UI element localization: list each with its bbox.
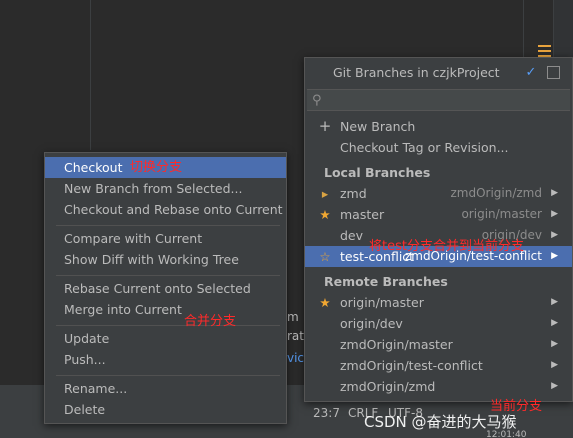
tracking-branch: zmdOrigin/zmd bbox=[450, 186, 542, 200]
annotation-switch-branch: 切换分支 bbox=[130, 160, 183, 175]
chevron-right-icon: ▶ bbox=[551, 209, 558, 219]
menu-separator bbox=[56, 225, 280, 226]
menu-separator bbox=[56, 325, 280, 326]
chevron-right-icon: ▶ bbox=[551, 297, 558, 307]
tracking-branch: origin/master bbox=[461, 207, 542, 221]
chevron-right-icon: ▶ bbox=[551, 381, 558, 391]
new-branch-label: New Branch bbox=[340, 119, 416, 134]
menu-separator bbox=[56, 375, 280, 376]
pin-icon[interactable]: ✓ bbox=[523, 65, 539, 81]
plus-icon: + bbox=[318, 117, 332, 135]
editor-divider bbox=[90, 0, 91, 150]
remote-branch-item[interactable]: ★ origin/master ▶ bbox=[305, 292, 572, 313]
local-branches-header: Local Branches bbox=[324, 165, 431, 180]
branch-name: zmdOrigin/test-conflict bbox=[340, 358, 483, 373]
merge-into-current-menu-item[interactable]: Merge into Current bbox=[45, 299, 286, 320]
git-branches-popup: Git Branches in czjkProject ✓ ⚲ + New Br… bbox=[304, 57, 573, 402]
remote-branch-item[interactable]: zmdOrigin/master ▶ bbox=[305, 334, 572, 355]
remote-branches-header: Remote Branches bbox=[324, 274, 448, 289]
chevron-right-icon: ▶ bbox=[551, 188, 558, 198]
branch-context-menu: Checkout New Branch from Selected... Che… bbox=[44, 152, 287, 424]
branch-name: origin/master bbox=[340, 295, 424, 310]
branch-name: zmdOrigin/zmd bbox=[340, 379, 436, 394]
checkout-tag-action[interactable]: Checkout Tag or Revision... bbox=[305, 137, 572, 158]
branch-name: zmd bbox=[340, 186, 367, 201]
background-text: m bbox=[287, 310, 299, 324]
annotation-merge-into-current: 将test分支合并到当前分支 bbox=[369, 239, 524, 254]
branch-item-master[interactable]: ★ master origin/master ▶ bbox=[305, 204, 572, 225]
chevron-right-icon: ▶ bbox=[551, 230, 558, 240]
branch-item-zmd[interactable]: ▸ zmd zmdOrigin/zmd ▶ bbox=[305, 183, 572, 204]
checkout-tag-label: Checkout Tag or Revision... bbox=[340, 140, 509, 155]
show-diff-menu-item[interactable]: Show Diff with Working Tree bbox=[45, 249, 286, 270]
star-outline-icon: ☆ bbox=[319, 249, 331, 264]
annotation-merge-branch: 合并分支 bbox=[184, 314, 237, 329]
branch-search-input[interactable]: ⚲ bbox=[307, 89, 570, 111]
rebase-current-menu-item[interactable]: Rebase Current onto Selected bbox=[45, 278, 286, 299]
chevron-right-icon: ▶ bbox=[551, 360, 558, 370]
cursor-position[interactable]: 23:7 bbox=[313, 406, 340, 420]
remote-branch-item[interactable]: zmdOrigin/zmd ▶ bbox=[305, 376, 572, 397]
new-branch-from-selected-menu-item[interactable]: New Branch from Selected... bbox=[45, 178, 286, 199]
new-branch-action[interactable]: + New Branch bbox=[305, 116, 572, 137]
branch-name: dev bbox=[340, 228, 364, 243]
expand-icon[interactable] bbox=[547, 66, 560, 79]
compare-with-current-menu-item[interactable]: Compare with Current bbox=[45, 228, 286, 249]
update-menu-item[interactable]: Update bbox=[45, 328, 286, 349]
search-icon: ⚲ bbox=[312, 93, 322, 108]
star-filled-icon: ★ bbox=[319, 207, 331, 222]
popup-title: Git Branches in czjkProject bbox=[333, 65, 500, 80]
branch-name: master bbox=[340, 207, 385, 222]
rename-menu-item[interactable]: Rename... bbox=[45, 378, 286, 399]
delete-menu-item[interactable]: Delete bbox=[45, 399, 286, 420]
remote-branch-item[interactable]: origin/dev ▶ bbox=[305, 313, 572, 334]
chevron-right-icon: ▶ bbox=[551, 318, 558, 328]
branch-name: origin/dev bbox=[340, 316, 403, 331]
checkout-and-rebase-menu-item[interactable]: Checkout and Rebase onto Current bbox=[45, 199, 286, 220]
menu-separator bbox=[56, 275, 280, 276]
branch-name: zmdOrigin/master bbox=[340, 337, 453, 352]
star-filled-icon: ★ bbox=[319, 295, 331, 310]
push-menu-item[interactable]: Push... bbox=[45, 349, 286, 370]
chevron-right-icon: ▶ bbox=[551, 339, 558, 349]
watermark: CSDN @奋进的大马猴 bbox=[364, 413, 517, 431]
remote-branch-item[interactable]: zmdOrigin/test-conflict ▶ bbox=[305, 355, 572, 376]
chevron-right-icon: ▶ bbox=[551, 251, 558, 261]
tag-icon: ▸ bbox=[321, 186, 329, 201]
